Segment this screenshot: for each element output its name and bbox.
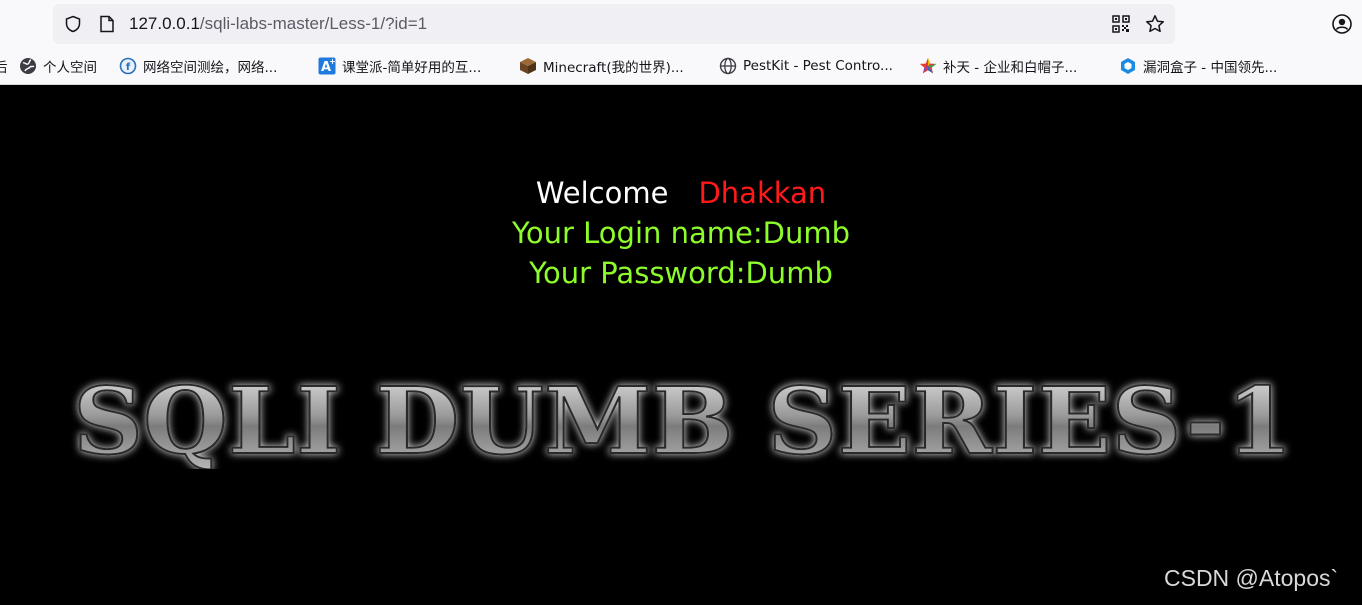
welcome-message: Welcome Dhakkan (0, 173, 1362, 213)
ketangpai-icon: A + (318, 57, 336, 75)
bookmarks-toolbar: 后 个人空间 f 网络空间测绘，网络... A + 课堂派-简单好用的互... M… (0, 50, 1362, 82)
shield-icon[interactable] (63, 14, 83, 34)
globe-icon (719, 57, 737, 75)
account-icon[interactable] (1331, 13, 1353, 35)
vulbox-icon (1119, 57, 1137, 75)
bookmark-item[interactable]: 个人空间 (19, 55, 97, 77)
fofa-icon: f (119, 57, 137, 75)
butian-icon (919, 57, 937, 75)
url-host: 127.0.0.1 (129, 14, 200, 33)
svg-text:+: + (329, 57, 336, 66)
sqli-banner: SQLI DUMB SERIES-1 (72, 369, 1294, 469)
bookmark-label: 网络空间测绘，网络... (143, 60, 278, 76)
url-text[interactable]: 127.0.0.1/sqli-labs-master/Less-1/?id=1 (129, 4, 427, 44)
url-path: /sqli-labs-master/Less-1/?id=1 (199, 14, 428, 33)
login-name-line: Your Login name:Dumb (512, 216, 850, 250)
bookmark-label: 补天 - 企业和白帽子... (943, 60, 1078, 76)
welcome-label: Welcome (535, 176, 669, 210)
csdn-watermark: CSDN @Atopos` (1164, 565, 1339, 591)
bookmark-item[interactable]: A + 课堂派-简单好用的互... (318, 55, 481, 77)
banner-text: SQLI DUMB SERIES-1 (73, 369, 1293, 469)
globe-icon (19, 57, 37, 75)
page-icon[interactable] (97, 14, 117, 34)
browser-toolbar: 127.0.0.1/sqli-labs-master/Less-1/?id=1 (0, 0, 1362, 85)
bookmark-item[interactable]: f 网络空间测绘，网络... (119, 55, 277, 77)
bookmark-star-icon[interactable] (1145, 14, 1165, 34)
bookmark-label: 漏洞盒子 - 中国领先... (1143, 60, 1278, 76)
bookmark-item[interactable]: Minecraft(我的世界)... (519, 55, 684, 77)
qr-code-icon[interactable] (1111, 14, 1131, 34)
bookmark-item[interactable]: PestKit - Pest Contro... (719, 55, 893, 77)
bookmark-item[interactable]: 漏洞盒子 - 中国领先... (1119, 55, 1277, 77)
bookmark-item[interactable]: 补天 - 企业和白帽子... (919, 55, 1077, 77)
bookmark-label: 课堂派-简单好用的互... (342, 60, 482, 76)
password-line: Your Password:Dumb (529, 256, 833, 290)
svg-text:f: f (126, 62, 131, 73)
bookmark-label: Minecraft(我的世界)... (543, 60, 684, 76)
minecraft-icon (519, 57, 537, 75)
page-content: Welcome Dhakkan Your Login name:Dumb Your… (0, 85, 1362, 605)
bookmark-label: 后 (0, 60, 8, 76)
username-display: Dhakkan (698, 176, 827, 210)
bookmark-label: 个人空间 (43, 60, 97, 76)
bookmark-label: PestKit - Pest Contro... (743, 58, 893, 74)
address-bar[interactable]: 127.0.0.1/sqli-labs-master/Less-1/?id=1 (53, 4, 1175, 44)
bookmark-item[interactable]: 后 (0, 55, 8, 77)
